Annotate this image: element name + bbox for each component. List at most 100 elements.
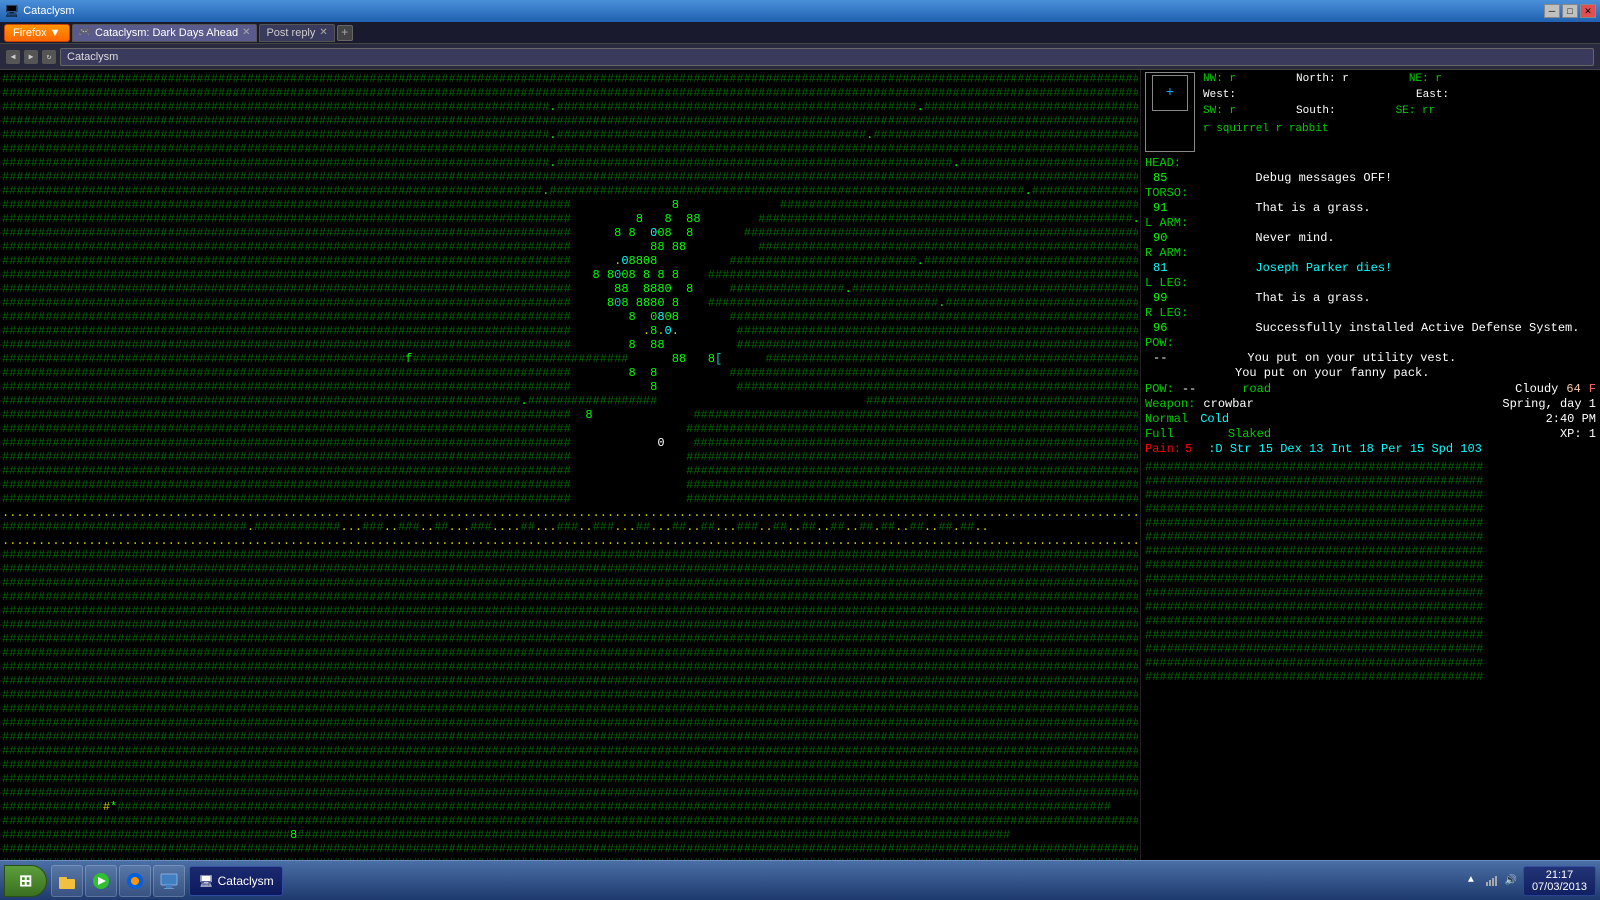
map-row: ########################################… xyxy=(2,604,1138,618)
map-row: ........................................… xyxy=(2,534,1138,548)
taskbar-middle: 🖥 Cataclysm xyxy=(189,866,1459,896)
map-row: ########################################… xyxy=(2,338,1138,352)
map-row: ########################################… xyxy=(2,366,1138,380)
maximize-button[interactable]: □ xyxy=(1562,4,1578,18)
date-val: Spring, day 1 xyxy=(1502,397,1596,411)
active-window-btn[interactable]: 🖥 Cataclysm xyxy=(189,866,282,896)
ne-dir: NE: r xyxy=(1409,72,1442,86)
map-row: ########################################… xyxy=(2,324,1138,338)
map-row: ........................................… xyxy=(2,506,1138,520)
road-label: road xyxy=(1242,382,1271,396)
msg-vest: You put on your utility vest. xyxy=(1247,351,1456,365)
new-tab-button[interactable]: + xyxy=(337,25,353,41)
r-leg-label: R LEG: xyxy=(1145,306,1188,320)
system-clock: 21:17 07/03/2013 xyxy=(1523,866,1596,896)
tray-sound-icon: 🔊 xyxy=(1503,873,1519,889)
stats-val: :D Str 15 Dex 13 Int 18 Per 15 Spd 103 xyxy=(1208,442,1482,456)
torso-label: TORSO: xyxy=(1145,186,1188,200)
map-row: ########################################… xyxy=(2,394,1138,408)
weapon-label: Weapon: xyxy=(1145,397,1195,411)
forward-button[interactable]: ▶ xyxy=(24,50,38,64)
r-arm-label: R ARM: xyxy=(1145,246,1188,260)
tray-network-icon xyxy=(1483,873,1499,889)
time-val: 2:40 PM xyxy=(1546,412,1596,426)
pow-dash-label: POW: xyxy=(1145,382,1174,396)
map-row: ########################################… xyxy=(2,380,1138,394)
tab-post-reply[interactable]: Post reply ✕ xyxy=(259,24,334,42)
map-row: ########################################… xyxy=(2,730,1138,744)
map-row: ########################################… xyxy=(2,478,1138,492)
map-row: ########################################… xyxy=(2,86,1138,100)
sw-dir: SW: r xyxy=(1203,104,1236,118)
map-row: ########################################… xyxy=(2,618,1138,632)
condition-normal: Normal xyxy=(1145,412,1188,426)
map-row: ########################################… xyxy=(2,72,1138,86)
map-row: ########################################… xyxy=(2,758,1138,772)
tray-icon-1: ▲ xyxy=(1463,873,1479,889)
tab-close-1[interactable]: ✕ xyxy=(242,27,250,38)
map-row: ########################################… xyxy=(2,744,1138,758)
taskbar-media-button[interactable] xyxy=(85,865,117,897)
map-row: ########################################… xyxy=(2,814,1138,828)
map-row: ########################################… xyxy=(2,562,1138,576)
map-row: ########################################… xyxy=(2,254,1138,268)
south-dir: South: xyxy=(1296,104,1336,118)
taskbar-files-button[interactable] xyxy=(51,865,83,897)
map-row: ########################################… xyxy=(2,702,1138,716)
l-leg-label: L LEG: xyxy=(1145,276,1188,290)
minimize-button[interactable]: ─ xyxy=(1544,4,1560,18)
l-leg-val: 99 xyxy=(1153,291,1167,305)
map-row: ########################################… xyxy=(2,114,1138,128)
window-controls[interactable]: ─ □ ✕ xyxy=(1544,4,1596,18)
head-label: HEAD: xyxy=(1145,156,1181,170)
map-row: ########################################… xyxy=(2,688,1138,702)
map-row: ##################################.#####… xyxy=(2,520,1138,534)
condition-cold: Cold xyxy=(1200,412,1229,426)
map-row: ########################################… xyxy=(2,142,1138,156)
msg-dies: Joseph Parker dies! xyxy=(1255,261,1392,275)
active-window-label: Cataclysm xyxy=(218,874,274,888)
west-dir: West: xyxy=(1203,88,1236,102)
clock-date: 07/03/2013 xyxy=(1532,881,1587,893)
window-title: Cataclysm xyxy=(23,5,1544,17)
tab-bar: Firefox ▼ 🎮 Cataclysm: Dark Days Ahead ✕… xyxy=(0,22,1600,44)
se-dir: SE: rr xyxy=(1396,104,1436,118)
tab-cataclysm[interactable]: 🎮 Cataclysm: Dark Days Ahead ✕ xyxy=(72,24,258,42)
firefox-button[interactable]: Firefox ▼ xyxy=(4,24,70,42)
address-bar[interactable]: Cataclysm xyxy=(60,48,1594,66)
body-parts-section: HEAD: 85 Debug messages OFF! TORSO: 91 T… xyxy=(1145,156,1596,380)
msg-nevermind: Never mind. xyxy=(1255,231,1334,245)
pow-val: -- xyxy=(1153,351,1167,365)
msg-grass1: That is a grass. xyxy=(1255,201,1370,215)
map-row: ########################################… xyxy=(2,282,1138,296)
map-row: ########################################… xyxy=(2,128,1138,142)
tab-close-2[interactable]: ✕ xyxy=(319,27,327,38)
map-row: ########################################… xyxy=(2,786,1138,800)
taskbar-monitor-button[interactable] xyxy=(153,865,185,897)
start-button[interactable]: ⊞ xyxy=(4,865,47,897)
map-row: ########################################… xyxy=(2,240,1138,254)
close-button[interactable]: ✕ xyxy=(1580,4,1596,18)
map-row: ########################################… xyxy=(2,436,1138,450)
map-row: ########################################… xyxy=(2,156,1138,170)
pow-label: POW: xyxy=(1145,336,1174,350)
nw-dir: NW: r xyxy=(1203,72,1236,86)
map-row: ########################################… xyxy=(2,842,1138,856)
hash-rows: ########################################… xyxy=(1145,460,1596,684)
map-row: ########################################… xyxy=(2,632,1138,646)
reload-button[interactable]: ↻ xyxy=(42,50,56,64)
pain-label: Pain: xyxy=(1145,442,1181,456)
taskbar-programs xyxy=(51,865,185,897)
weather-label: Cloudy xyxy=(1515,382,1558,396)
map-row: ########################################… xyxy=(2,198,1138,212)
map-row: ########################################… xyxy=(2,646,1138,660)
back-button[interactable]: ◀ xyxy=(6,50,20,64)
taskbar-firefox-button[interactable] xyxy=(119,865,151,897)
map-row: ########################################… xyxy=(2,422,1138,436)
msg-ads: Successfully installed Active Defense Sy… xyxy=(1255,321,1579,335)
map-row: ########################################… xyxy=(2,450,1138,464)
game-map[interactable]: ########################################… xyxy=(0,70,1140,860)
pow-dash: -- xyxy=(1182,382,1196,396)
clock-time: 21:17 xyxy=(1532,869,1587,881)
condition-slaked: Slaked xyxy=(1228,427,1271,441)
